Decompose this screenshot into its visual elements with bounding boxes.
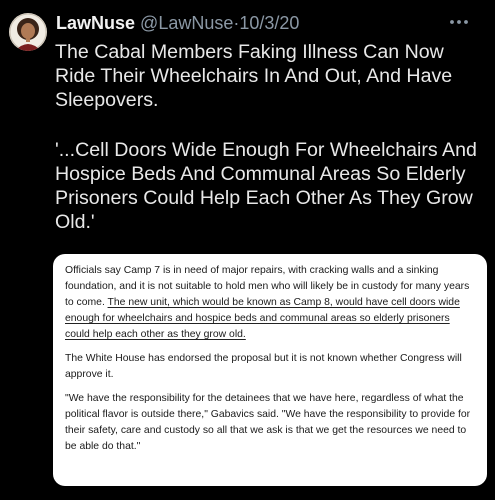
article-paragraph-2: The White House has endorsed the proposa… [65, 353, 462, 380]
profile-avatar[interactable] [9, 13, 47, 51]
tweet-header: LawNuse @LawNuse·10/3/20 [56, 11, 456, 35]
article-paragraph-3: "We have the responsibility for the deta… [65, 393, 471, 452]
article-paragraph-1: Officials say Camp 7 is in need of major… [65, 263, 477, 343]
user-handle[interactable]: @LawNuse [140, 13, 233, 33]
tweet-text: The Cabal Members Faking Illness Can Now… [55, 40, 485, 234]
tweet-text-paragraph: The Cabal Members Faking Illness Can Now… [55, 41, 453, 112]
tweet-quote-paragraph: '...Cell Doors Wide Enough For Wheelchai… [55, 138, 477, 234]
article-screenshot: Officials say Camp 7 is in need of major… [65, 263, 477, 455]
tweet-date[interactable]: 10/3/20 [239, 13, 299, 33]
avatar-image [9, 13, 47, 51]
attached-image[interactable]: Officials say Camp 7 is in need of major… [53, 254, 487, 486]
tweet: LawNuse @LawNuse·10/3/20 The Cabal Membe… [0, 0, 495, 500]
display-name[interactable]: LawNuse [56, 13, 135, 33]
article-p1-underlined: The new unit, which would be known as Ca… [65, 297, 460, 340]
more-options-icon[interactable] [448, 12, 470, 32]
